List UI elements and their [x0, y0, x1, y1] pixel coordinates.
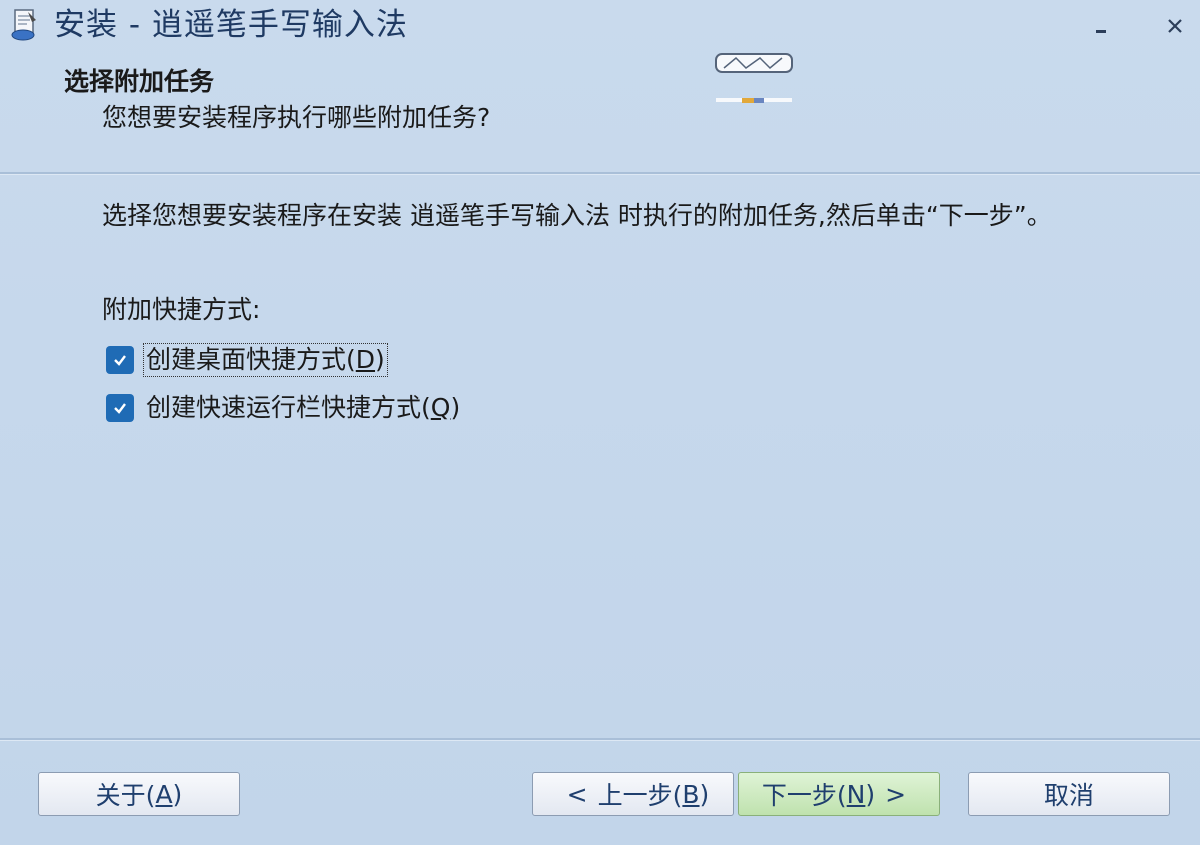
close-icon: [1168, 19, 1182, 33]
quicklaunch-shortcut-label[interactable]: 创建快速运行栏快捷方式(Q): [144, 392, 462, 424]
installer-icon: [10, 8, 40, 42]
close-button[interactable]: [1160, 8, 1190, 42]
cancel-button[interactable]: 取消: [968, 772, 1170, 816]
quicklaunch-shortcut-checkbox[interactable]: [106, 394, 134, 422]
about-button[interactable]: 关于(A): [38, 772, 240, 816]
back-button[interactable]: < 上一步(B): [532, 772, 734, 816]
minimize-button[interactable]: [1086, 8, 1116, 42]
next-button[interactable]: 下一步(N) >: [738, 772, 940, 816]
quicklaunch-shortcut-option[interactable]: 创建快速运行栏快捷方式(Q): [106, 390, 462, 426]
back-arrow-icon: <: [566, 779, 588, 809]
installer-window: 安装 - 逍遥笔手写输入法 选择附加任务 您想要安装程序执行哪些附加任务? 选择…: [0, 0, 1200, 845]
title-bar: 安装 - 逍遥笔手写输入法: [0, 0, 1200, 52]
pen-logo-icon: [714, 52, 794, 108]
wizard-header: 选择附加任务 您想要安装程序执行哪些附加任务?: [0, 52, 1200, 172]
next-arrow-icon: >: [885, 779, 907, 809]
desktop-shortcut-option[interactable]: 创建桌面快捷方式(D): [106, 342, 388, 378]
page-title: 选择附加任务: [64, 67, 215, 96]
header-divider: [0, 172, 1200, 175]
footer-divider: [0, 738, 1200, 741]
window-title: 安装 - 逍遥笔手写输入法: [54, 7, 408, 43]
page-subtitle: 您想要安装程序执行哪些附加任务?: [102, 103, 491, 132]
check-icon: [114, 403, 126, 414]
instruction-text: 选择您想要安装程序在安装 逍遥笔手写输入法 时执行的附加任务,然后单击“下一步”…: [102, 201, 1052, 230]
minimize-icon: [1096, 30, 1106, 33]
shortcuts-group-label: 附加快捷方式:: [102, 295, 261, 324]
desktop-shortcut-checkbox[interactable]: [106, 346, 134, 374]
desktop-shortcut-label[interactable]: 创建桌面快捷方式(D): [143, 343, 388, 377]
check-icon: [114, 355, 126, 366]
